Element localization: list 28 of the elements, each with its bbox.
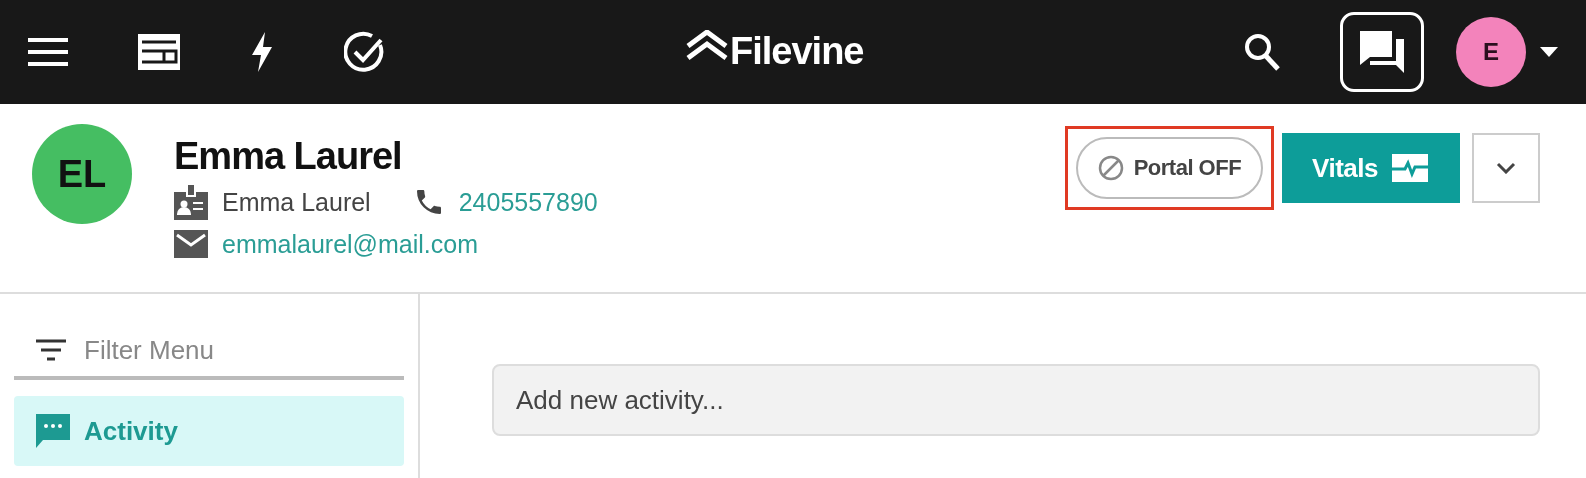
dashboard-icon[interactable] (138, 34, 180, 70)
portal-button[interactable]: Portal OFF (1075, 137, 1264, 199)
caret-icon[interactable] (1540, 47, 1558, 57)
contact-avatar: EL (32, 124, 132, 224)
id-badge-icon (174, 184, 208, 220)
checkmark-circle-icon[interactable] (344, 31, 386, 73)
contact-name: Emma Laurel (174, 134, 403, 178)
comment-icon (36, 414, 70, 448)
vitals-button[interactable]: Vitals (1282, 133, 1460, 203)
contact-card-name: Emma Laurel (222, 187, 371, 218)
email-link[interactable]: emmalaurel@mail.com (222, 226, 478, 262)
logo-text: Filevine (730, 30, 864, 73)
chat-bubbles-icon (1360, 31, 1404, 73)
logo-icon (686, 30, 728, 60)
user-avatar[interactable]: E (1456, 17, 1526, 87)
prohibited-icon (1097, 155, 1124, 181)
filter-field[interactable]: Filter Menu (84, 334, 384, 366)
filter-icon (36, 339, 66, 361)
search-icon[interactable] (1244, 33, 1280, 71)
chevron-down-icon (1496, 162, 1516, 174)
chat-button[interactable] (1340, 12, 1424, 92)
phone-link[interactable]: 2405557890 (458, 184, 598, 220)
menu-icon[interactable] (28, 37, 68, 67)
pulse-icon (1392, 154, 1428, 182)
new-activity-field[interactable]: Add new activity... (492, 364, 1540, 436)
envelope-icon (174, 230, 208, 258)
lightning-icon[interactable] (250, 32, 274, 72)
sidebar-item[interactable]: Activity (14, 396, 404, 466)
